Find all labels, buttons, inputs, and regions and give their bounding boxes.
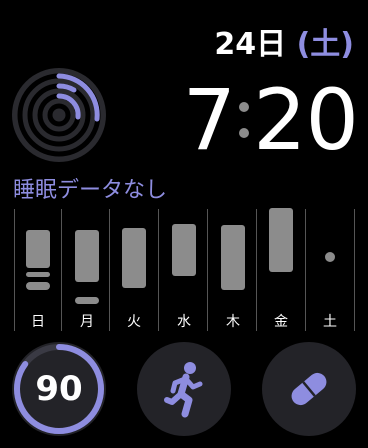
sleep-bar-sun-segment [26,272,50,277]
workout-complication[interactable] [137,342,231,436]
day-label: 土 [323,314,337,330]
sleep-bar-thu [221,225,245,290]
running-figure-icon [164,362,203,418]
time-colon [239,70,250,170]
time-display: 7 20 [182,70,359,170]
time-hours: 7 [182,71,236,169]
pill-icon [291,372,327,406]
sleep-bar-sun-segment [26,282,50,290]
sleep-bar-mon [75,230,99,282]
sleep-bar-wed [172,224,196,276]
day-label: 金 [274,314,288,330]
date-weekday: (土) [296,27,354,62]
sleep-dot-sat [325,252,335,262]
day-label: 日 [31,314,45,330]
activity-rings-complication[interactable] [12,68,106,162]
medications-complication[interactable] [262,342,356,436]
day-label: 木 [226,314,240,330]
date-display: 24日 (土) [214,26,354,64]
score-complication[interactable]: 90 [12,342,106,436]
day-label: 火 [127,314,141,330]
sleep-bar-tue [122,228,146,288]
sleep-bar-mon-segment [75,297,99,304]
chart-day-labels: 日 月 火 水 木 金 土 [31,314,337,330]
sleep-chart[interactable]: 日 月 火 水 木 金 土 [14,207,356,335]
score-value: 90 [35,369,83,409]
activity-rings-icon [17,73,101,157]
day-label: 水 [177,314,191,330]
date-day: 24日 [214,27,287,62]
day-label: 月 [80,314,94,330]
sleep-title: 睡眠データなし [13,178,168,203]
sleep-bars [26,208,335,304]
sleep-bar-fri [269,208,293,272]
time-minutes: 20 [253,71,359,169]
sleep-bar-sun [26,230,50,268]
